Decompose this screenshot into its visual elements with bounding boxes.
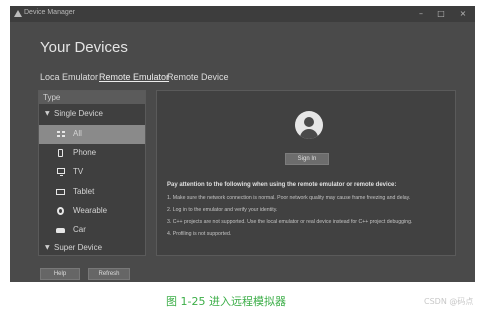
device-manager-window: Device Manager – □ × Your Devices Loca E… [10, 6, 475, 282]
notice-item: 1. Make sure the network connection is n… [167, 195, 411, 201]
window-title: Device Manager [24, 9, 75, 16]
page-title: Your Devices [40, 39, 128, 56]
sidebar-item-all[interactable]: All [39, 125, 145, 144]
car-icon [56, 228, 65, 233]
help-button[interactable]: Help [40, 268, 80, 280]
sidebar-item-label: Car [73, 225, 86, 234]
tv-icon [57, 168, 65, 176]
sidebar-item-label: Tablet [73, 187, 95, 196]
notice-item: 4. Profiling is not supported. [167, 231, 232, 237]
sidebar-item-tv[interactable]: TV [39, 163, 145, 182]
refresh-button[interactable]: Refresh [88, 268, 130, 280]
notice-item: 2. Log in to the emulator and verify you… [167, 207, 278, 213]
sidebar-item-tablet[interactable]: Tablet [39, 183, 145, 202]
notice-title: Pay attention to the following when usin… [167, 182, 397, 188]
type-header: Type [39, 91, 145, 104]
close-icon[interactable]: × [456, 8, 470, 20]
sidebar-item-label: Wearable [73, 206, 108, 215]
app-logo-icon [14, 10, 22, 17]
watermark: CSDN @码点 [424, 297, 474, 306]
title-bar: Device Manager – □ × [10, 6, 475, 22]
group-super-device[interactable]: ▼ Super Device [39, 239, 145, 255]
sidebar-item-car[interactable]: Car [39, 221, 145, 240]
remote-emulator-panel: Sign In Pay attention to the following w… [156, 90, 456, 256]
phone-icon [58, 149, 63, 157]
sign-in-button[interactable]: Sign In [285, 153, 329, 165]
type-header-label: Type [43, 93, 61, 102]
chevron-down-icon: ▼ [45, 244, 50, 251]
sidebar-item-wearable[interactable]: Wearable [39, 202, 145, 221]
grid-icon [57, 131, 65, 138]
tab-remote-device[interactable]: Remote Device [167, 72, 229, 82]
tablet-icon [56, 189, 65, 195]
notice-item: 3. C++ projects are not supported. Use t… [167, 219, 413, 225]
sidebar-item-label: All [73, 129, 82, 138]
minimize-icon[interactable]: – [414, 8, 428, 20]
maximize-icon[interactable]: □ [434, 8, 448, 20]
tab-local-emulator[interactable]: Loca Emulator [40, 72, 98, 82]
tab-remote-emulator[interactable]: Remote Emulator [99, 72, 169, 82]
sidebar-item-label: TV [73, 167, 84, 176]
figure-caption: 图 1-25 进入远程模拟器 [166, 295, 286, 308]
watch-icon [57, 207, 64, 215]
user-avatar-icon [295, 111, 323, 139]
device-type-panel: Type ▼ Single Device All Phone TV Tablet [38, 90, 146, 256]
sidebar-item-label: Phone [73, 148, 97, 157]
group-label: Super Device [54, 243, 103, 252]
group-single-device[interactable]: ▼ Single Device [39, 105, 145, 124]
group-label: Single Device [54, 109, 103, 118]
chevron-down-icon: ▼ [45, 110, 50, 117]
sidebar-item-phone[interactable]: Phone [39, 144, 145, 163]
